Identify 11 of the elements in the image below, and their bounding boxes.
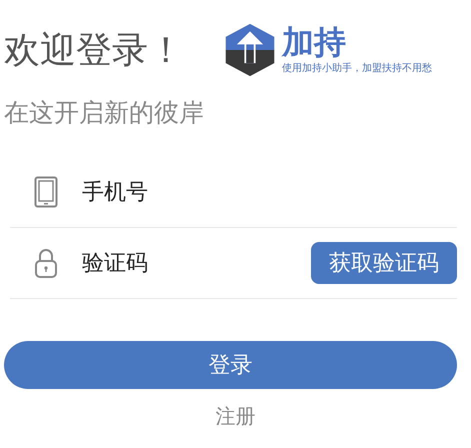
get-code-button[interactable]: 获取验证码 — [311, 242, 457, 284]
logo-name: 加持 — [282, 25, 347, 61]
input-field[interactable]: 手机号 — [80, 178, 457, 206]
login-button[interactable]: 登录 — [4, 341, 457, 389]
register-link[interactable]: 注册 — [216, 403, 256, 430]
logo-tagline: 使用加持小助手，加盟扶持不用愁 — [282, 62, 432, 75]
input-field[interactable]: 验证码 — [80, 250, 311, 276]
subtitle: 在这开启新的彼岸 — [4, 97, 205, 129]
lock-icon — [34, 247, 58, 279]
tablet-icon — [34, 176, 58, 208]
welcome-title: 欢迎登录！ — [4, 28, 184, 72]
